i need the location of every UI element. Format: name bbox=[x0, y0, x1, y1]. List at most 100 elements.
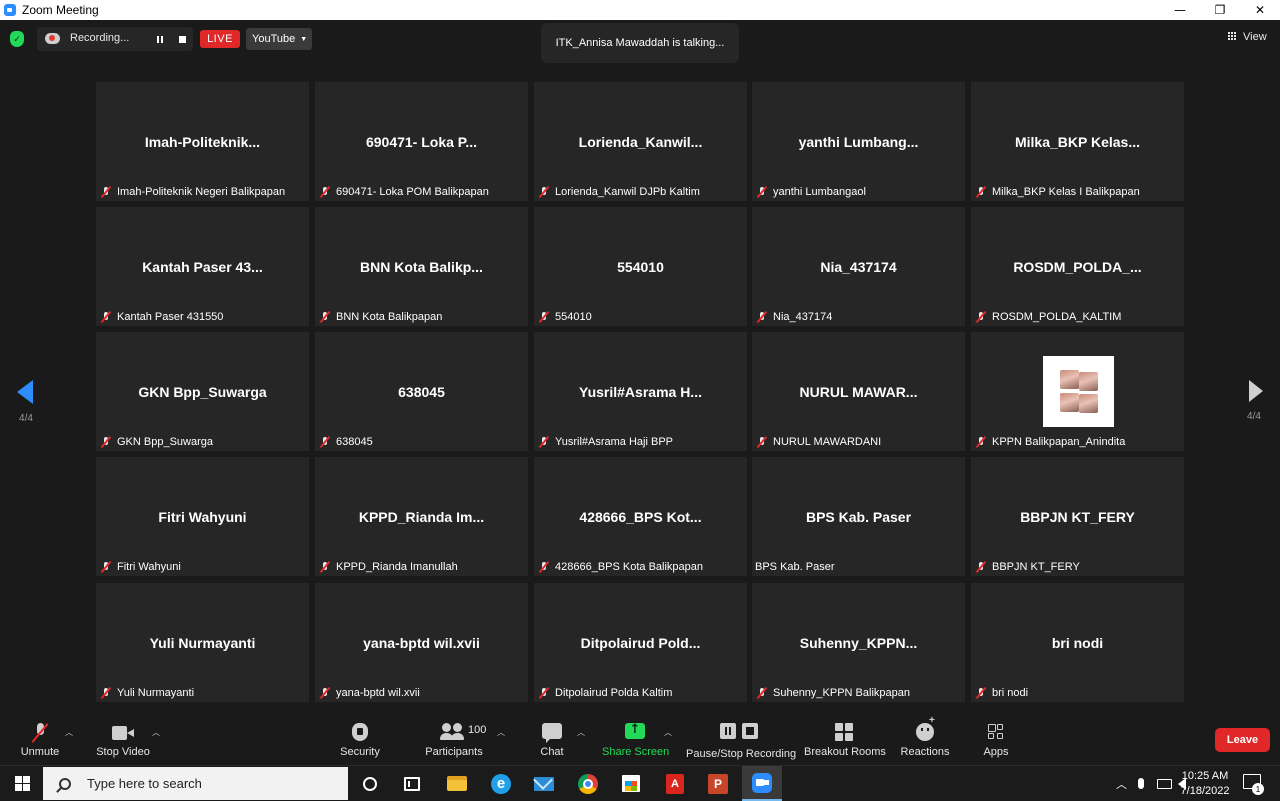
participant-display-name: Milka_BKP Kelas... bbox=[1014, 134, 1141, 150]
participant-tile[interactable]: BBPJN KT_FERY BBPJN KT_FERY bbox=[971, 457, 1184, 576]
shield-lock-icon bbox=[352, 723, 368, 741]
arrow-right-icon[interactable] bbox=[1249, 380, 1263, 402]
participant-name-label: BNN Kota Balikpapan bbox=[318, 309, 442, 324]
microphone-tray-icon[interactable] bbox=[1138, 766, 1144, 801]
pause-recording-button[interactable] bbox=[152, 31, 168, 47]
stop-video-button[interactable]: Stop Video bbox=[92, 713, 154, 765]
powerpoint-button[interactable]: P bbox=[698, 766, 738, 801]
participant-name-text: Kantah Paser 431550 bbox=[117, 310, 224, 323]
share-options-caret-icon[interactable]: ︿ bbox=[664, 727, 672, 738]
mail-button[interactable] bbox=[524, 766, 564, 801]
windows-start-icon[interactable] bbox=[15, 776, 30, 791]
cortana-button[interactable] bbox=[350, 766, 390, 801]
chat-options-caret-icon[interactable]: ︿ bbox=[577, 727, 585, 738]
participant-display-name: Ditpolairud Pold... bbox=[580, 635, 701, 651]
participant-tile[interactable]: Nia_437174 Nia_437174 bbox=[752, 207, 965, 326]
participant-display-name: Kantah Paser 43... bbox=[142, 259, 263, 275]
participant-tile[interactable]: BPS Kab. Paser BPS Kab. Paser bbox=[752, 457, 965, 576]
acrobat-reader-button[interactable]: A bbox=[655, 766, 695, 801]
participant-tile[interactable]: yana-bptd wil.xvii yana-bptd wil.xvii bbox=[315, 583, 528, 702]
show-hidden-icons-button[interactable]: ︿ bbox=[1116, 766, 1127, 801]
zoom-taskbar-button[interactable] bbox=[742, 766, 782, 801]
participant-tile[interactable]: Kantah Paser 43... Kantah Paser 431550 bbox=[96, 207, 309, 326]
encryption-shield-icon[interactable]: ✓ bbox=[10, 31, 24, 47]
microsoft-store-button[interactable] bbox=[611, 766, 651, 801]
file-explorer-button[interactable] bbox=[437, 766, 477, 801]
participant-display-name: BBPJN KT_FERY bbox=[1020, 509, 1135, 525]
muted-mic-icon bbox=[320, 687, 330, 699]
participant-tile[interactable]: Milka_BKP Kelas... Milka_BKP Kelas I Bali… bbox=[971, 82, 1184, 201]
participant-tile[interactable]: Fitri Wahyuni Fitri Wahyuni bbox=[96, 457, 309, 576]
participant-tile[interactable]: KPPN Balikpapan_Anindita bbox=[971, 332, 1184, 451]
edge-browser-button[interactable]: e bbox=[481, 766, 521, 801]
apps-button[interactable]: Apps bbox=[976, 713, 1016, 765]
close-button[interactable]: ✕ bbox=[1240, 0, 1280, 20]
minimize-button[interactable]: — bbox=[1160, 0, 1200, 20]
participant-tile[interactable]: NURUL MAWAR... NURUL MAWARDANI bbox=[752, 332, 965, 451]
participant-display-name: Yuli Nurmayanti bbox=[149, 635, 256, 651]
participant-tile[interactable]: Ditpolairud Pold... Ditpolairud Polda Kal… bbox=[534, 583, 747, 702]
participant-tile[interactable]: BNN Kota Balikp... BNN Kota Balikpapan bbox=[315, 207, 528, 326]
security-button[interactable]: Security bbox=[336, 713, 384, 765]
share-screen-button[interactable]: Share Screen bbox=[602, 713, 669, 765]
view-button[interactable]: View bbox=[1228, 31, 1267, 43]
chrome-browser-button[interactable] bbox=[568, 766, 608, 801]
participant-tile[interactable]: GKN Bpp_Suwarga GKN Bpp_Suwarga bbox=[96, 332, 309, 451]
next-page-nav[interactable]: 4/4 bbox=[1242, 380, 1266, 422]
participant-display-name: bri nodi bbox=[1051, 635, 1104, 651]
muted-mic-icon bbox=[101, 311, 111, 323]
recording-label: Recording... bbox=[70, 32, 130, 44]
participant-name-label: Lorienda_Kanwil DJPb Kaltim bbox=[537, 184, 700, 199]
participants-button[interactable]: 100 Participants bbox=[423, 713, 486, 765]
task-view-icon bbox=[404, 776, 420, 791]
taskbar-clock[interactable]: 10:25 AM 7/18/2022 bbox=[1170, 769, 1240, 799]
participant-name-text: BPS Kab. Paser bbox=[755, 560, 835, 573]
participant-tile[interactable]: ROSDM_POLDA_... ROSDM_POLDA_KALTIM bbox=[971, 207, 1184, 326]
previous-page-nav[interactable]: 4/4 bbox=[14, 380, 38, 424]
participants-options-caret-icon[interactable]: ︿ bbox=[497, 727, 505, 738]
chat-bubble-icon bbox=[542, 723, 562, 743]
participant-name-text: Ditpolairud Polda Kaltim bbox=[555, 686, 673, 699]
restore-button[interactable]: ❐ bbox=[1200, 0, 1240, 20]
chat-button[interactable]: Chat bbox=[532, 713, 572, 765]
stream-target-label: YouTube bbox=[252, 33, 296, 45]
participant-tile[interactable]: Lorienda_Kanwil... Lorienda_Kanwil DJPb K… bbox=[534, 82, 747, 201]
participant-name-text: bri nodi bbox=[992, 686, 1029, 699]
zoom-video-icon bbox=[752, 772, 772, 793]
stop-recording-button[interactable] bbox=[174, 31, 190, 47]
participant-tile[interactable]: 554010 554010 bbox=[534, 207, 747, 326]
participant-name-label: Yusril#Asrama Haji BPP bbox=[537, 434, 673, 449]
reactions-button[interactable]: Reactions bbox=[899, 713, 951, 765]
breakout-rooms-icon bbox=[835, 723, 853, 741]
leave-button[interactable]: Leave bbox=[1215, 728, 1270, 752]
participant-tile[interactable]: KPPD_Rianda Im... KPPD_Rianda Imanullah bbox=[315, 457, 528, 576]
participant-tile[interactable]: yanthi Lumbang... yanthi Lumbangaol bbox=[752, 82, 965, 201]
video-options-caret-icon[interactable]: ︿ bbox=[152, 727, 160, 738]
windows-taskbar: Type here to search e A P ︿ 10:25 AM 7/1… bbox=[0, 765, 1280, 801]
participant-tile[interactable]: Suhenny_KPPN... Suhenny_KPPN Balikpapan bbox=[752, 583, 965, 702]
unmute-button[interactable]: Unmute bbox=[14, 713, 66, 765]
stream-target-dropdown[interactable]: YouTube ▼ bbox=[246, 28, 312, 50]
participant-name-label: Suhenny_KPPN Balikpapan bbox=[755, 685, 910, 700]
participant-tile[interactable]: 638045 638045 bbox=[315, 332, 528, 451]
participant-tile[interactable]: 428666_BPS Kot... 428666_BPS Kota Balikpa… bbox=[534, 457, 747, 576]
participant-name-label: Ditpolairud Polda Kaltim bbox=[537, 685, 672, 700]
page-indicator-left: 4/4 bbox=[19, 413, 33, 424]
search-icon bbox=[59, 777, 71, 790]
pause-stop-recording-button[interactable]: Pause/Stop Recording bbox=[686, 713, 796, 765]
participant-tile[interactable]: Imah-Politeknik... Imah-Politeknik Negeri… bbox=[96, 82, 309, 201]
participant-name-text: 690471- Loka POM Balikpapan bbox=[336, 185, 489, 198]
participant-tile[interactable]: 690471- Loka P... 690471- Loka POM Balikp… bbox=[315, 82, 528, 201]
breakout-rooms-label: Breakout Rooms bbox=[804, 746, 886, 758]
participant-tile[interactable]: Yusril#Asrama H... Yusril#Asrama Haji BPP bbox=[534, 332, 747, 451]
participant-tile[interactable]: bri nodi bri nodi bbox=[971, 583, 1184, 702]
task-view-button[interactable] bbox=[392, 766, 432, 801]
taskbar-search-input[interactable]: Type here to search bbox=[43, 767, 348, 800]
participant-display-name: Fitri Wahyuni bbox=[158, 509, 247, 525]
breakout-rooms-button[interactable]: Breakout Rooms bbox=[804, 713, 886, 765]
audio-options-caret-icon[interactable]: ︿ bbox=[65, 727, 73, 738]
arrow-left-icon[interactable] bbox=[17, 380, 33, 404]
participant-name-text: GKN Bpp_Suwarga bbox=[117, 435, 213, 448]
participant-tile[interactable]: Yuli Nurmayanti Yuli Nurmayanti bbox=[96, 583, 309, 702]
muted-mic-icon bbox=[101, 436, 111, 448]
